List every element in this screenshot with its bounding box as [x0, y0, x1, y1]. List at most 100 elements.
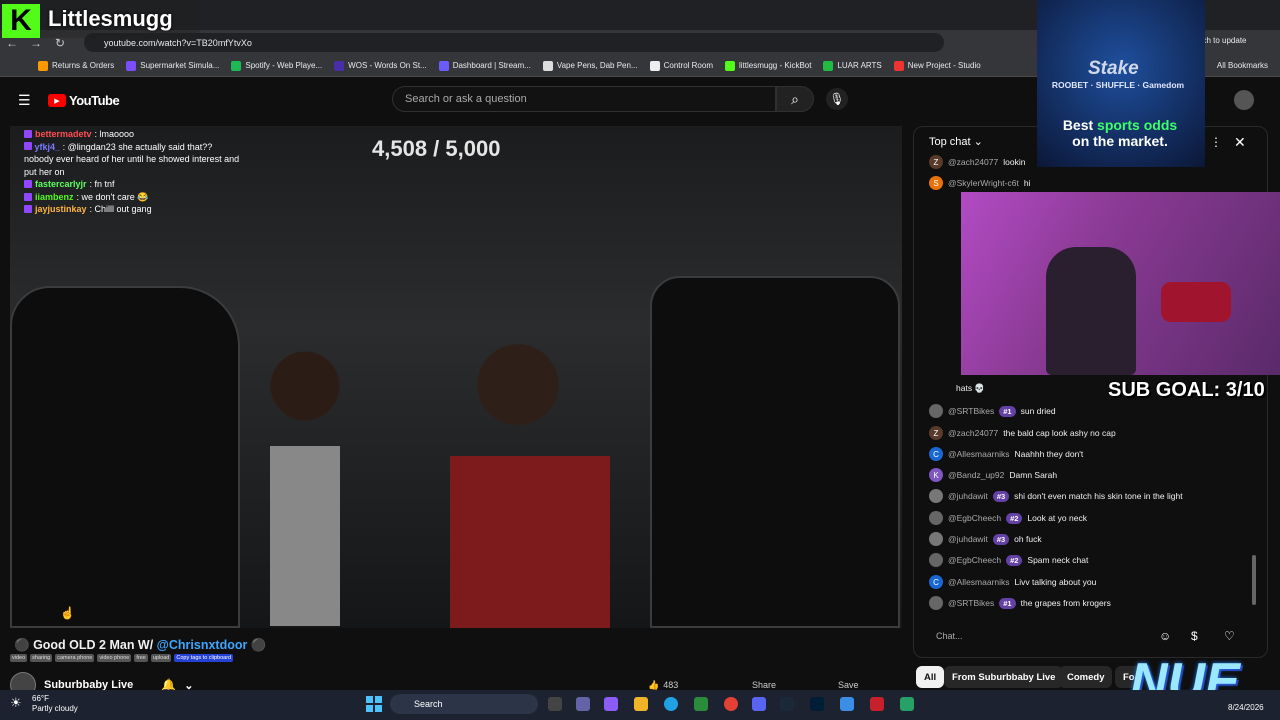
stream-chat-user: fastercarlyjr [35, 179, 87, 189]
bookmark-label: Vape Pens, Dab Pen... [556, 61, 638, 70]
car-seat-left [10, 286, 240, 628]
search-button[interactable]: ⌕ [776, 86, 814, 112]
photoshop-icon[interactable] [810, 697, 824, 711]
chat-input[interactable]: Chat... [926, 624, 1256, 648]
notepad-icon[interactable] [840, 697, 854, 711]
share-button[interactable]: Share [752, 680, 776, 690]
super-chat-icon[interactable]: $ [1191, 629, 1198, 643]
url-text: youtube.com/watch?v=TB20mfYtvXo [104, 37, 252, 48]
video-tag[interactable]: video phone [97, 654, 132, 662]
chat-avatar[interactable]: C [929, 575, 943, 589]
video-tag[interactable]: upload [150, 654, 172, 662]
kick-logo-icon: K [2, 4, 40, 38]
emoji-icon[interactable]: ☺ [1159, 629, 1171, 643]
chat-username[interactable]: @SkylerWright-c6t [948, 178, 1019, 188]
bookmark-icon [334, 60, 345, 71]
heart-icon[interactable]: ♡ [1224, 629, 1235, 643]
top-chat-dropdown[interactable]: Top chat ⌄ [929, 135, 983, 148]
search-input[interactable]: Search or ask a question [392, 86, 776, 112]
bookmark-icon [649, 60, 660, 71]
chat-badge-icon [24, 205, 32, 214]
teams-icon[interactable] [576, 697, 590, 711]
bookmark-item[interactable]: New Project - Studio [893, 60, 981, 71]
chat-message: @EgbCheech #2 Look at yo neck [929, 511, 1087, 525]
more-options-icon[interactable]: ⋮ [1210, 135, 1222, 149]
discord-icon[interactable] [752, 697, 766, 711]
file-explorer-icon[interactable] [634, 697, 648, 711]
chat-username[interactable]: @Allesmaarniks [948, 449, 1010, 459]
chat-avatar[interactable] [929, 532, 943, 546]
chat-avatar[interactable] [929, 404, 943, 418]
chat-username[interactable]: @SRTBikes [948, 406, 994, 416]
chat-avatar[interactable] [929, 553, 943, 567]
chat-username[interactable]: @juhdawit [948, 534, 988, 544]
bookmark-item[interactable]: littlesmugg - KickBot [724, 60, 811, 71]
save-button[interactable]: Save [838, 680, 859, 690]
edge-icon[interactable] [664, 697, 678, 711]
chat-username[interactable]: @zach24077 [948, 428, 998, 438]
bookmark-item[interactable]: Returns & Orders [38, 60, 114, 71]
stream-chat-line: jayjustinkay : Chilll out gang [24, 203, 244, 216]
title-emoji-icon: ⚫ [14, 638, 30, 652]
filter-chip[interactable]: All [916, 666, 945, 688]
mic-button[interactable]: 🎙 [826, 88, 848, 110]
chat-username[interactable]: @Bandz_up92 [948, 470, 1004, 480]
chat-username[interactable]: @EgbCheech [948, 555, 1001, 565]
account-avatar[interactable] [1234, 90, 1254, 110]
bookmark-item[interactable]: Control Room [649, 60, 713, 71]
update-button[interactable]: nch to update [1198, 36, 1246, 45]
bookmark-item[interactable]: Supermarket Simula... [126, 60, 220, 71]
video-tag[interactable]: camera phone [55, 654, 95, 662]
chat-username[interactable]: @EgbCheech [948, 513, 1001, 523]
adobe-icon[interactable] [870, 697, 884, 711]
app-icon[interactable] [900, 697, 914, 711]
chrome-icon[interactable] [724, 697, 738, 711]
chat-username[interactable]: @juhdawit [948, 491, 988, 501]
weather-widget[interactable]: 66°F Partly cloudy [32, 694, 78, 714]
chat-avatar[interactable] [929, 489, 943, 503]
person-right [410, 316, 650, 628]
copilot-icon[interactable] [604, 697, 618, 711]
stream-chat-user: bettermadetv [35, 129, 92, 139]
task-view-icon[interactable] [548, 697, 562, 711]
member-rank-badge: #3 [992, 490, 1010, 502]
filter-chip[interactable]: Comedy [1059, 666, 1113, 688]
steam-icon[interactable] [780, 697, 794, 711]
video-tag[interactable]: free [134, 654, 148, 662]
bookmark-item[interactable]: LUAR ARTS [823, 60, 882, 71]
taskbar-search[interactable]: Search [390, 694, 538, 714]
ad-tagline: Best sports odds on the market. [1046, 117, 1194, 149]
all-bookmarks-link[interactable]: All Bookmarks [1217, 61, 1268, 70]
video-tag[interactable]: sharing [30, 654, 53, 662]
store-icon[interactable] [694, 697, 708, 711]
chat-username[interactable]: @zach24077 [948, 157, 998, 167]
url-field[interactable]: youtube.com/watch?v=TB20mfYtvXo [84, 33, 944, 52]
taskbar-search-label: Search [414, 699, 443, 709]
chat-scrollbar[interactable] [1252, 555, 1256, 605]
close-chat-icon[interactable]: ✕ [1234, 134, 1246, 151]
bookmark-label: Supermarket Simula... [140, 61, 220, 70]
copy-tags-button[interactable]: Copy tags to clipboard [174, 654, 234, 662]
video-tag[interactable]: video [10, 654, 28, 662]
bookmark-item[interactable]: Spotify - Web Playe... [231, 60, 322, 71]
chat-avatar[interactable]: Z [929, 155, 943, 169]
bookmark-icon [724, 60, 735, 71]
filter-chip[interactable]: From Suburbbaby Live [944, 666, 1064, 688]
chat-username[interactable]: @Allesmaarniks [948, 577, 1010, 587]
chat-avatar[interactable] [929, 511, 943, 525]
bookmark-item[interactable]: WOS - Words On St... [334, 60, 427, 71]
bookmark-item[interactable]: Vape Pens, Dab Pen... [542, 60, 638, 71]
menu-icon[interactable]: ☰ [18, 92, 31, 109]
chat-badge-icon [24, 130, 32, 139]
chat-message: C @Allesmaarniks Livv talking about you [929, 575, 1096, 589]
chat-avatar[interactable] [929, 596, 943, 610]
youtube-logo[interactable]: ▶ YouTube [48, 93, 120, 108]
chat-avatar[interactable]: Z [929, 426, 943, 440]
title-mention-link[interactable]: @Chrisnxtdoor [157, 638, 248, 652]
windows-start-icon[interactable] [366, 696, 382, 712]
chat-avatar[interactable]: C [929, 447, 943, 461]
chat-username[interactable]: @SRTBikes [948, 598, 994, 608]
bookmark-item[interactable]: Dashboard | Stream... [438, 60, 531, 71]
chat-avatar[interactable]: S [929, 176, 943, 190]
chat-avatar[interactable]: K [929, 468, 943, 482]
